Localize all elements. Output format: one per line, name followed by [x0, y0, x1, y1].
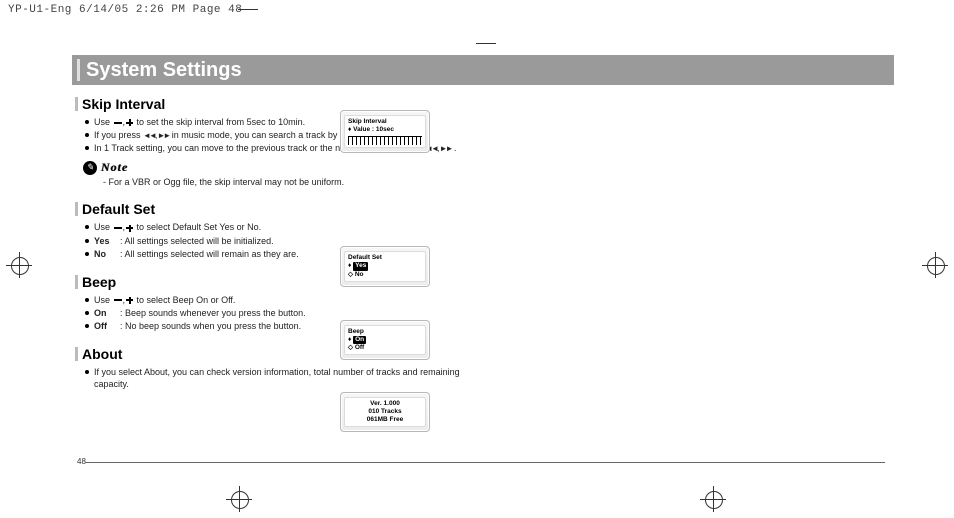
scale-icon	[348, 136, 422, 145]
screen-line: Beep	[348, 328, 422, 336]
key: On	[94, 307, 120, 319]
value: : All settings selected will remain as t…	[120, 249, 299, 259]
screen-line: Skip Interval	[348, 118, 422, 126]
rewind-icon: ◄◄	[143, 132, 155, 140]
registration-mark-icon	[226, 486, 252, 512]
device-screen-default: Default Set ♦ Yes ◇ No	[335, 246, 435, 286]
minus-icon	[114, 227, 122, 229]
note-label: Note	[101, 160, 128, 175]
screen-line: ♦ On	[348, 336, 422, 344]
forward-icon: ►►	[440, 145, 452, 153]
device-screens-column: Skip Interval ♦ Value : 10sec Default Se…	[335, 110, 435, 432]
registration-mark-icon	[6, 252, 32, 278]
heading-text: Beep	[82, 274, 116, 290]
device-screen-about: Ver. 1.000 010 Tracks 061MB Free	[335, 392, 435, 432]
key: Yes	[94, 235, 120, 247]
text: to select Default Set Yes or No.	[137, 222, 262, 232]
screen-line: Default Set	[348, 254, 422, 262]
title-bar: System Settings	[72, 55, 894, 85]
screen-line: 010 Tracks	[348, 408, 422, 416]
text: Use	[94, 295, 113, 305]
text: to set the skip interval from 5sec to 10…	[137, 117, 306, 127]
key: No	[94, 248, 120, 260]
value: : Beep sounds whenever you press the but…	[120, 308, 306, 318]
note-icon: ✎	[83, 161, 97, 175]
text: to select Beep On or Off.	[137, 295, 236, 305]
page-title: System Settings	[86, 59, 242, 82]
plus-icon	[126, 297, 133, 304]
plus-icon	[126, 225, 133, 232]
value: : All settings selected will be initiali…	[120, 236, 274, 246]
print-slug: YP-U1-Eng 6/14/05 2:26 PM Page 48	[8, 4, 242, 16]
registration-mark-icon	[700, 486, 726, 512]
screen-line: 061MB Free	[348, 416, 422, 424]
screen-line: ♦ Yes	[348, 262, 422, 270]
screen-line: Ver. 1.000	[348, 400, 422, 408]
key: Off	[94, 320, 120, 332]
title-accent	[77, 59, 80, 81]
text: .	[454, 143, 457, 153]
text: If you press	[94, 130, 143, 140]
device-screen-skip: Skip Interval ♦ Value : 10sec	[335, 110, 435, 153]
value: : No beep sounds when you press the butt…	[120, 321, 301, 331]
heading-text: About	[82, 346, 122, 362]
text: Use	[94, 117, 113, 127]
heading-text: Skip Interval	[82, 96, 165, 112]
minus-icon	[114, 122, 122, 124]
screen-line: ◇ No	[348, 271, 422, 279]
plus-icon	[126, 119, 133, 126]
page-rule	[85, 462, 885, 463]
minus-icon	[114, 299, 122, 301]
device-screen-beep: Beep ♦ On ◇ Off	[335, 320, 435, 360]
text: Use	[94, 222, 113, 232]
crop-mark	[238, 9, 258, 11]
forward-icon: ►►	[157, 132, 169, 140]
registration-mark-icon	[922, 252, 948, 278]
screen-line: ♦ Value : 10sec	[348, 126, 422, 134]
heading-text: Default Set	[82, 201, 155, 217]
screen-line: ◇ Off	[348, 344, 422, 352]
crop-mark	[476, 43, 496, 45]
